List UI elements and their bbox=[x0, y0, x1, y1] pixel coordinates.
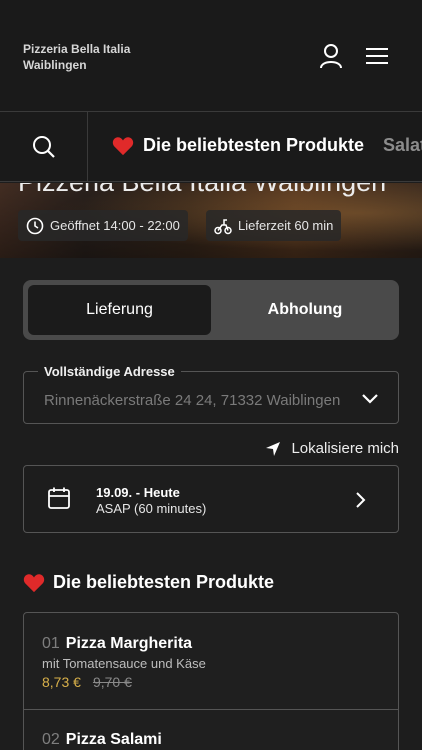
product-name-row: 01 Pizza Margherita bbox=[42, 635, 398, 653]
locate-me-label: Lokalisiere mich bbox=[291, 440, 399, 457]
tab-salat[interactable]: Salat bbox=[383, 135, 422, 156]
menu-icon[interactable] bbox=[362, 41, 392, 71]
section-popular-label: Die beliebtesten Produkte bbox=[53, 572, 275, 592]
schedule-date: 19.09. - Heute bbox=[96, 485, 180, 500]
product-old-price: 9,70 € bbox=[92, 674, 132, 690]
product-name: Pizza Margherita bbox=[65, 635, 193, 652]
brand-line-1: Pizzeria Bella Italia bbox=[23, 42, 131, 56]
search-icon bbox=[32, 136, 55, 158]
heart-icon bbox=[23, 573, 45, 592]
section-popular-title: Die beliebtesten Produkte bbox=[23, 572, 274, 593]
product-name: Pizza Salami bbox=[65, 731, 162, 748]
delivery-time-selector[interactable]: 19.09. - Heute ASAP (60 minutes) bbox=[23, 465, 399, 533]
scooter-icon bbox=[214, 218, 232, 234]
heart-icon bbox=[112, 136, 134, 155]
product-number: 01 bbox=[42, 635, 60, 652]
order-mode-toggle: Lieferung Abholung bbox=[23, 280, 399, 340]
top-header: Pizzeria Bella Italia Waiblingen bbox=[0, 0, 422, 112]
schedule-time: ASAP (60 minutes) bbox=[96, 501, 207, 516]
opening-hours-text: Geöffnet 14:00 - 22:00 bbox=[50, 218, 180, 233]
product-name-row: 02 Pizza Salami bbox=[42, 731, 398, 749]
product-price-row: 8,73 € 9,70 € bbox=[42, 674, 398, 690]
product-description: mit Tomatensauce und Käse bbox=[42, 656, 206, 671]
category-search-button[interactable] bbox=[0, 112, 88, 181]
pickup-option-button[interactable]: Abholung bbox=[216, 285, 394, 335]
address-select[interactable]: Vollständige Adresse Rinnenäckerstraße 2… bbox=[23, 364, 399, 424]
product-item[interactable]: 02 Pizza Salami bbox=[24, 709, 398, 749]
product-item[interactable]: 01 Pizza Margherita mit Tomatensauce und … bbox=[24, 635, 398, 690]
delivery-time-badge: Lieferzeit 60 min bbox=[206, 210, 342, 241]
product-number: 02 bbox=[42, 731, 60, 748]
product-price: 8,73 € bbox=[42, 674, 81, 690]
category-tab-bar: Die beliebtesten Produkte Salat bbox=[0, 112, 422, 182]
tab-popular-label: Die beliebtesten Produkte bbox=[143, 135, 365, 155]
restaurant-name[interactable]: Pizzeria Bella Italia Waiblingen bbox=[23, 41, 130, 73]
clock-icon bbox=[26, 217, 44, 234]
product-list: 01 Pizza Margherita mit Tomatensauce und … bbox=[23, 612, 399, 750]
location-arrow-icon bbox=[266, 441, 281, 456]
restaurant-hero-banner: Pizzeria Bella Italia Waiblingen Geöffne… bbox=[0, 183, 422, 258]
address-value: Rinnenäckerstraße 24 24, 71332 Waiblinge… bbox=[44, 392, 341, 409]
brand-line-2: Waiblingen bbox=[23, 58, 87, 72]
tab-popular-products[interactable]: Die beliebtesten Produkte bbox=[112, 135, 364, 156]
opening-hours-badge: Geöffnet 14:00 - 22:00 bbox=[18, 210, 188, 241]
chevron-right-icon bbox=[356, 492, 366, 508]
user-icon[interactable] bbox=[316, 41, 346, 71]
tab-salat-label: Salat bbox=[383, 135, 422, 155]
delivery-time-text: Lieferzeit 60 min bbox=[238, 218, 334, 233]
address-label: Vollständige Adresse bbox=[38, 364, 181, 379]
delivery-option-button[interactable]: Lieferung bbox=[28, 285, 211, 335]
hero-title: Pizzeria Bella Italia Waiblingen bbox=[18, 183, 386, 198]
calendar-icon bbox=[48, 487, 70, 509]
locate-me-button[interactable]: Lokalisiere mich bbox=[265, 440, 399, 457]
chevron-down-icon bbox=[362, 394, 378, 404]
